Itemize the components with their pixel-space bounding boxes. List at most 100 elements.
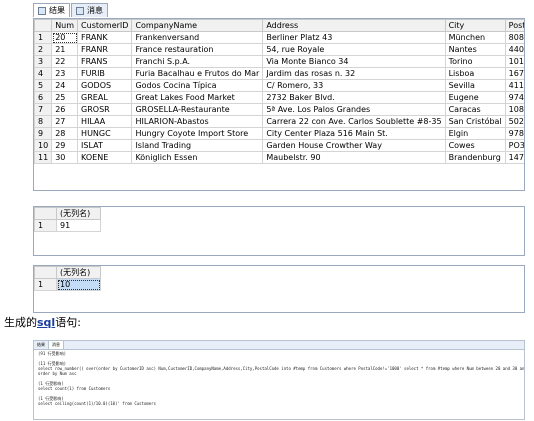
- cell-companyname[interactable]: France restauration: [131, 43, 264, 56]
- cell-num[interactable]: 29: [51, 139, 79, 152]
- cell-companyname[interactable]: Hungry Coyote Import Store: [131, 127, 264, 140]
- table-row[interactable]: 10 29 ISLAT Island Trading Garden House Crow…: [34, 139, 524, 152]
- cell-num[interactable]: 27: [51, 115, 79, 128]
- cell-num[interactable]: 20: [51, 31, 79, 44]
- cell-num[interactable]: 25: [51, 91, 79, 104]
- cell-address[interactable]: Via Monte Bianco 34: [262, 55, 446, 68]
- cell-customerid[interactable]: KOENE: [77, 151, 133, 164]
- col-header-postalcode[interactable]: PostalCode: [504, 19, 524, 32]
- table-row[interactable]: 6 25 GREAL Great Lakes Food Market 2732 Bake…: [34, 91, 524, 104]
- corner-cell[interactable]: [34, 19, 53, 32]
- results-grid[interactable]: Num CustomerID CompanyName Address City …: [33, 18, 525, 191]
- cell-postalcode[interactable]: 1675: [504, 67, 524, 80]
- cell-city[interactable]: Nantes: [444, 43, 506, 56]
- row-number[interactable]: 11: [34, 151, 53, 164]
- table-row[interactable]: 11 30 KOENE Königlich Essen Maubelstr. 90 Bra…: [34, 151, 524, 164]
- cell-customerid[interactable]: FRANR: [77, 43, 133, 56]
- row-number[interactable]: 3: [34, 55, 53, 68]
- cell-postalcode[interactable]: 80805: [504, 31, 524, 44]
- cell-num[interactable]: 24: [51, 79, 79, 92]
- cell-address[interactable]: 54, rue Royale: [262, 43, 446, 56]
- row-number[interactable]: 2: [34, 43, 53, 56]
- cell-address[interactable]: 5ª Ave. Los Palos Grandes: [262, 103, 446, 116]
- cell-postalcode[interactable]: 14776: [504, 151, 524, 164]
- cell-city[interactable]: München: [444, 31, 506, 44]
- table-row[interactable]: 1 20 FRANK Frankenversand Berliner Platz 43 M…: [34, 31, 524, 44]
- cell-postalcode[interactable]: 44000: [504, 43, 524, 56]
- cell-customerid[interactable]: FRANK: [77, 31, 133, 44]
- cell-postalcode[interactable]: 97827: [504, 127, 524, 140]
- cell-num[interactable]: 30: [51, 151, 79, 164]
- row-number[interactable]: 7: [34, 103, 53, 116]
- cell-customerid[interactable]: FRANS: [77, 55, 133, 68]
- cell-customerid[interactable]: HILAA: [77, 115, 133, 128]
- corner-cell[interactable]: [34, 207, 57, 220]
- table-row[interactable]: 7 26 GROSR GROSELLA-Restaurante 5ª Ave. Los …: [34, 103, 524, 116]
- cell-companyname[interactable]: Franchi S.p.A.: [131, 55, 264, 68]
- cell-city[interactable]: Cowes: [444, 139, 506, 152]
- cell-postalcode[interactable]: 97403: [504, 91, 524, 104]
- cell-address[interactable]: Jardim das rosas n. 32: [262, 67, 446, 80]
- cell-city[interactable]: Lisboa: [444, 67, 506, 80]
- cell-customerid[interactable]: ISLAT: [77, 139, 133, 152]
- cell-companyname[interactable]: Königlich Essen: [131, 151, 264, 164]
- table-row[interactable]: 9 28 HUNGC Hungry Coyote Import Store City C…: [34, 127, 524, 140]
- cell-city[interactable]: San Cristóbal: [444, 115, 506, 128]
- cell-postalcode[interactable]: 5022: [504, 115, 524, 128]
- row-number[interactable]: 1: [34, 31, 53, 44]
- cell-city[interactable]: Sevilla: [444, 79, 506, 92]
- row-number[interactable]: 1: [34, 278, 57, 291]
- cell-postalcode[interactable]: PO31 7PJ: [504, 139, 524, 152]
- table-row[interactable]: 1 91: [34, 219, 101, 232]
- cell-companyname[interactable]: Island Trading: [131, 139, 264, 152]
- col-header-companyname[interactable]: CompanyName: [131, 19, 264, 32]
- col-header-address[interactable]: Address: [262, 19, 446, 32]
- cell-num[interactable]: 21: [51, 43, 79, 56]
- cell-address[interactable]: Berliner Platz 43: [262, 31, 446, 44]
- cell-address[interactable]: Garden House Crowther Way: [262, 139, 446, 152]
- cell-companyname[interactable]: Great Lakes Food Market: [131, 91, 264, 104]
- col-header-noname[interactable]: (无列名): [56, 266, 101, 279]
- row-number[interactable]: 10: [34, 139, 53, 152]
- table-row[interactable]: 1 10: [34, 278, 101, 291]
- row-number[interactable]: 5: [34, 79, 53, 92]
- cell-city[interactable]: Eugene: [444, 91, 506, 104]
- row-number[interactable]: 9: [34, 127, 53, 140]
- sql-link[interactable]: sql: [37, 316, 55, 329]
- cell-companyname[interactable]: Godos Cocina Típica: [131, 79, 264, 92]
- cell-city[interactable]: Caracas: [444, 103, 506, 116]
- cell-num[interactable]: 22: [51, 55, 79, 68]
- cell-companyname[interactable]: GROSELLA-Restaurante: [131, 103, 264, 116]
- tab-messages[interactable]: 消息: [71, 3, 108, 17]
- row-number[interactable]: 8: [34, 115, 53, 128]
- col-header-num[interactable]: Num: [51, 19, 79, 32]
- tab-results[interactable]: 结果: [33, 3, 70, 17]
- cell-postalcode[interactable]: 41101: [504, 79, 524, 92]
- cell-num[interactable]: 26: [51, 103, 79, 116]
- table-row[interactable]: 3 22 FRANS Franchi S.p.A. Via Monte Bianco 3…: [34, 55, 524, 68]
- cell-num[interactable]: 28: [51, 127, 79, 140]
- table-row[interactable]: 5 24 GODOS Godos Cocina Típica C/ Romero, 33…: [34, 79, 524, 92]
- table-row[interactable]: 4 23 FURIB Furia Bacalhau e Frutos do Mar Ja…: [34, 67, 524, 80]
- count-grid[interactable]: (无列名) 1 91: [33, 206, 525, 256]
- corner-cell[interactable]: [34, 266, 57, 279]
- cell-address[interactable]: C/ Romero, 33: [262, 79, 446, 92]
- cell-companyname[interactable]: Frankenversand: [131, 31, 264, 44]
- cell-num[interactable]: 23: [51, 67, 79, 80]
- cell-address[interactable]: City Center Plaza 516 Main St.: [262, 127, 446, 140]
- cell-customerid[interactable]: GREAL: [77, 91, 133, 104]
- row-number[interactable]: 6: [34, 91, 53, 104]
- cell-value[interactable]: 91: [56, 219, 101, 232]
- cell-city[interactable]: Brandenburg: [444, 151, 506, 164]
- cell-address[interactable]: Carrera 22 con Ave. Carlos Soublette #8-…: [262, 115, 446, 128]
- cell-companyname[interactable]: HILARION-Abastos: [131, 115, 264, 128]
- cell-customerid[interactable]: FURIB: [77, 67, 133, 80]
- col-header-noname[interactable]: (无列名): [56, 207, 101, 220]
- cell-postalcode[interactable]: 10100: [504, 55, 524, 68]
- cell-city[interactable]: Elgin: [444, 127, 506, 140]
- cell-companyname[interactable]: Furia Bacalhau e Frutos do Mar: [131, 67, 264, 80]
- table-row[interactable]: 8 27 HILAA HILARION-Abastos Carrera 22 con A…: [34, 115, 524, 128]
- row-number[interactable]: 1: [34, 219, 57, 232]
- col-header-city[interactable]: City: [444, 19, 506, 32]
- pages-grid[interactable]: (无列名) 1 10: [33, 265, 525, 313]
